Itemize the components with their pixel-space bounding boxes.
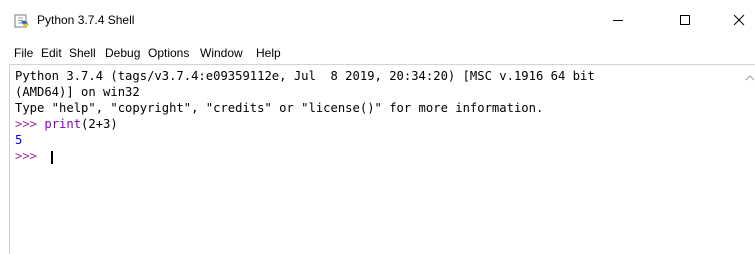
idle-shell-window: Python 3.7.4 Shell File Edit Shell Debug… [0, 0, 755, 254]
menu-shell[interactable]: Shell [69, 46, 96, 60]
shell-prompt-current: >>> [15, 149, 45, 163]
minimize-button[interactable] [595, 0, 641, 40]
shell-text-area[interactable]: Python 3.7.4 (tags/v3.7.4:e09359112e, Ju… [9, 64, 755, 254]
banner-line-2: (AMD64)] on win32 [15, 85, 140, 99]
menu-edit[interactable]: Edit [41, 46, 62, 60]
menu-window[interactable]: Window [200, 46, 243, 60]
banner-line-1: Python 3.7.4 (tags/v3.7.4:e09359112e, Ju… [15, 69, 595, 83]
scroll-up-arrow-icon[interactable] [745, 73, 755, 83]
menu-file[interactable]: File [14, 46, 33, 60]
maximize-icon [680, 15, 690, 25]
close-icon [733, 14, 745, 26]
maximize-button[interactable] [662, 0, 708, 40]
close-button[interactable] [716, 0, 755, 40]
menu-debug[interactable]: Debug [105, 46, 140, 60]
current-input-line[interactable]: >>> [15, 148, 44, 164]
window-title: Python 3.7.4 Shell [37, 13, 135, 27]
command-line: >>> print(2+3) [15, 116, 118, 132]
menu-options[interactable]: Options [148, 46, 189, 60]
minimize-icon [613, 20, 623, 21]
banner-line-3: Type "help", "copyright", "credits" or "… [15, 101, 544, 115]
python-idle-icon [14, 14, 29, 28]
command-keyword: print [44, 117, 82, 131]
menu-bar: File Edit Shell Debug Options Window Hel… [0, 40, 755, 64]
text-cursor [51, 151, 53, 164]
menu-help[interactable]: Help [256, 46, 281, 60]
title-bar[interactable]: Python 3.7.4 Shell [0, 0, 755, 40]
command-output: 5 [15, 133, 23, 147]
shell-prompt: >>> [15, 117, 45, 131]
command-args: (2+3) [81, 117, 118, 131]
